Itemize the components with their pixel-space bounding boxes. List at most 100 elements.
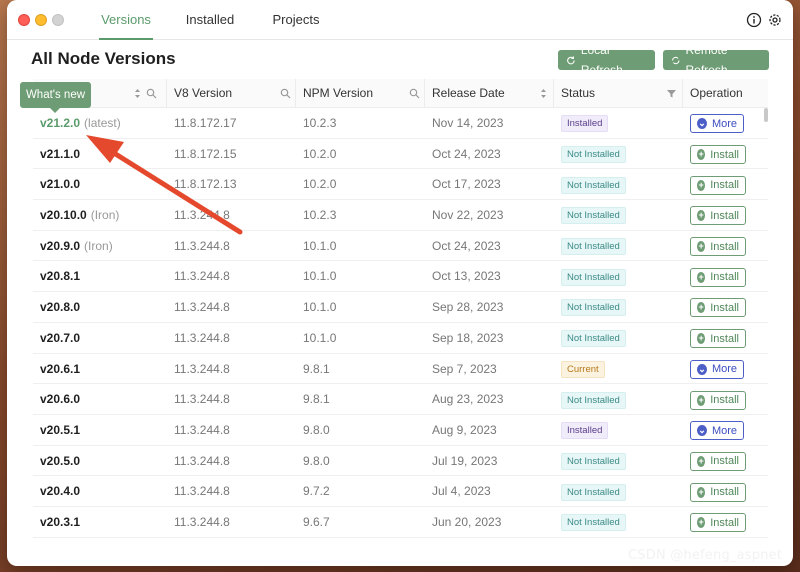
search-icon[interactable] (409, 88, 420, 99)
status-cell: Not Installed (554, 169, 626, 199)
tab-projects[interactable]: Projects (269, 0, 323, 40)
version-number[interactable]: v20.7.0 (40, 331, 80, 345)
install-button[interactable]: + Install (690, 206, 746, 226)
version-number[interactable]: v21.0.0 (40, 177, 80, 191)
refresh-icon (567, 55, 575, 64)
tab-installed[interactable]: Installed (183, 0, 237, 40)
status-badge: Not Installed (561, 452, 626, 470)
install-label: Install (710, 271, 739, 284)
status-cell: Installed (554, 108, 609, 138)
status-cell: Not Installed (554, 200, 626, 230)
remote-refresh-button[interactable]: Remote Refresh (663, 43, 769, 77)
version-number[interactable]: v20.8.0 (40, 300, 80, 314)
more-button[interactable]: ⌄ More (690, 359, 744, 379)
more-button[interactable]: ⌄ More (690, 114, 744, 134)
info-icon[interactable] (746, 12, 762, 28)
install-button[interactable]: + Install (690, 175, 746, 195)
version-cell[interactable]: v21.1.0 (33, 139, 84, 169)
search-icon[interactable] (280, 88, 291, 99)
version-cell[interactable]: v20.7.0 (33, 323, 84, 353)
install-button[interactable]: + Install (690, 267, 746, 287)
table-body: v21.2.0 (latest) 11.8.172.17 10.2.3 Nov 14, … (33, 108, 768, 538)
local-refresh-button[interactable]: Local Refresh (558, 43, 655, 77)
install-button[interactable]: + Install (690, 513, 746, 533)
table-row: v20.7.0 11.3.244.8 10.1.0 Sep 18, 2023 Not I… (33, 323, 768, 354)
close-window-button[interactable] (18, 14, 30, 26)
status-badge: Not Installed (561, 514, 626, 532)
install-button[interactable]: + Install (690, 329, 746, 349)
chevron-down-icon: ⌄ (697, 363, 707, 375)
npm-version-cell: 9.8.0 (303, 422, 330, 437)
v8-version-cell: 11.3.244.8 (174, 269, 230, 284)
tab-versions[interactable]: Versions (99, 0, 153, 40)
version-cell[interactable]: v20.10.0 (Iron) (33, 200, 119, 230)
plus-icon: + (697, 517, 706, 529)
search-icon[interactable] (146, 88, 157, 99)
version-number[interactable]: v20.6.0 (40, 392, 80, 406)
sort-icon[interactable] (538, 88, 549, 99)
version-number[interactable]: v20.10.0 (40, 208, 87, 222)
scrollbar-thumb[interactable] (764, 108, 768, 122)
column-header-status[interactable]: Status (554, 79, 683, 108)
status-cell: Current (554, 354, 605, 384)
version-number[interactable]: v20.5.1 (40, 423, 80, 437)
column-header-npm[interactable]: NPM Version (296, 79, 425, 108)
version-cell[interactable]: v20.8.0 (33, 292, 84, 322)
version-number[interactable]: v20.8.1 (40, 269, 80, 283)
operation-cell: + Install (683, 323, 746, 353)
status-badge: Not Installed (561, 238, 626, 256)
version-cell[interactable]: v21.2.0 (latest) (33, 108, 121, 138)
version-cell[interactable]: v20.9.0 (Iron) (33, 231, 113, 261)
release-date-cell: Nov 22, 2023 (432, 208, 504, 223)
version-number[interactable]: v20.4.0 (40, 484, 80, 498)
version-number[interactable]: v21.1.0 (40, 147, 80, 161)
release-date-cell: Oct 17, 2023 (432, 177, 501, 192)
status-cell: Not Installed (554, 231, 626, 261)
version-number[interactable]: v21.2.0 (40, 116, 80, 130)
version-cell[interactable]: v20.5.1 (33, 415, 84, 445)
version-cell[interactable]: v20.4.0 (33, 476, 84, 506)
install-button[interactable]: + Install (690, 451, 746, 471)
status-badge: Not Installed (561, 146, 626, 164)
whats-new-tooltip[interactable]: What's new (20, 82, 91, 113)
more-label: More (711, 117, 737, 130)
install-button[interactable]: + Install (690, 390, 746, 410)
column-header-operation: Operation (683, 79, 768, 108)
install-button[interactable]: + Install (690, 237, 746, 257)
gear-icon[interactable] (767, 12, 783, 28)
column-header-release-date[interactable]: Release Date (425, 79, 554, 108)
status-badge: Not Installed (561, 391, 626, 409)
filter-icon[interactable] (666, 88, 677, 99)
version-cell[interactable]: v20.3.1 (33, 507, 84, 537)
more-button[interactable]: ⌄ More (690, 421, 744, 441)
install-label: Install (710, 486, 739, 499)
version-number[interactable]: v20.9.0 (40, 239, 80, 253)
version-cell[interactable]: v20.5.0 (33, 446, 84, 476)
version-cell[interactable]: v20.6.0 (33, 384, 84, 414)
install-button[interactable]: + Install (690, 482, 746, 502)
npm-version-cell: 9.8.1 (303, 361, 330, 376)
local-refresh-label: Local Refresh (580, 43, 623, 77)
version-number[interactable]: v20.6.1 (40, 362, 80, 376)
install-button[interactable]: + Install (690, 298, 746, 318)
version-cell[interactable]: v21.0.0 (33, 169, 84, 199)
install-label: Install (710, 332, 739, 345)
status-cell: Not Installed (554, 323, 626, 353)
zoom-window-button[interactable] (52, 14, 64, 26)
version-cell[interactable]: v20.6.1 (33, 354, 84, 384)
version-number[interactable]: v20.3.1 (40, 515, 80, 529)
npm-version-cell: 10.1.0 (303, 238, 337, 253)
version-number[interactable]: v20.5.0 (40, 454, 80, 468)
column-header-v8[interactable]: V8 Version (167, 79, 296, 108)
minimize-window-button[interactable] (35, 14, 47, 26)
status-badge: Installed (561, 115, 609, 133)
install-button[interactable]: + Install (690, 145, 746, 165)
status-cell: Installed (554, 415, 609, 445)
sort-icon[interactable] (132, 88, 143, 99)
status-cell: Not Installed (554, 476, 626, 506)
version-cell[interactable]: v20.8.1 (33, 261, 84, 291)
status-badge: Not Installed (561, 207, 626, 225)
v8-version-cell: 11.3.244.8 (174, 238, 230, 253)
operation-cell: + Install (683, 139, 746, 169)
column-label-npm: NPM Version (303, 86, 374, 100)
